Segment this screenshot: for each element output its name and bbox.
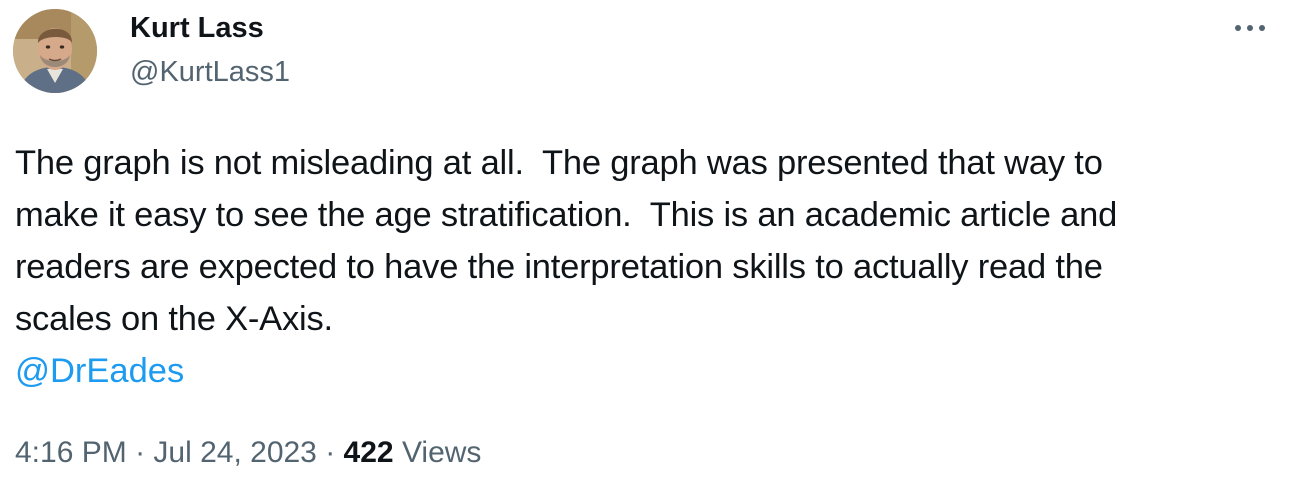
tweet-meta: 4:16 PM · Jul 24, 2023 · 422 Views	[15, 433, 481, 473]
tweet-date[interactable]: Jul 24, 2023	[153, 436, 316, 469]
author-display-name[interactable]: Kurt Lass	[130, 10, 264, 46]
avatar[interactable]	[13, 9, 97, 93]
views-count: 422	[343, 436, 394, 469]
tweet-text: The graph is not misleading at all. The …	[15, 144, 1118, 338]
meta-separator: ·	[126, 436, 154, 469]
tweet-card: Kurt Lass @KurtLass1 The graph is not mi…	[0, 0, 1294, 482]
meta-separator: ·	[316, 436, 344, 469]
author-handle[interactable]: @KurtLass1	[130, 54, 290, 90]
views-label: Views	[393, 436, 482, 469]
more-options-button[interactable]	[1230, 14, 1274, 42]
more-options-icon	[1235, 25, 1265, 31]
tweet-time[interactable]: 4:16 PM	[15, 436, 127, 469]
avatar-photo	[13, 9, 97, 93]
mention-link[interactable]: @DrEades	[15, 345, 184, 397]
